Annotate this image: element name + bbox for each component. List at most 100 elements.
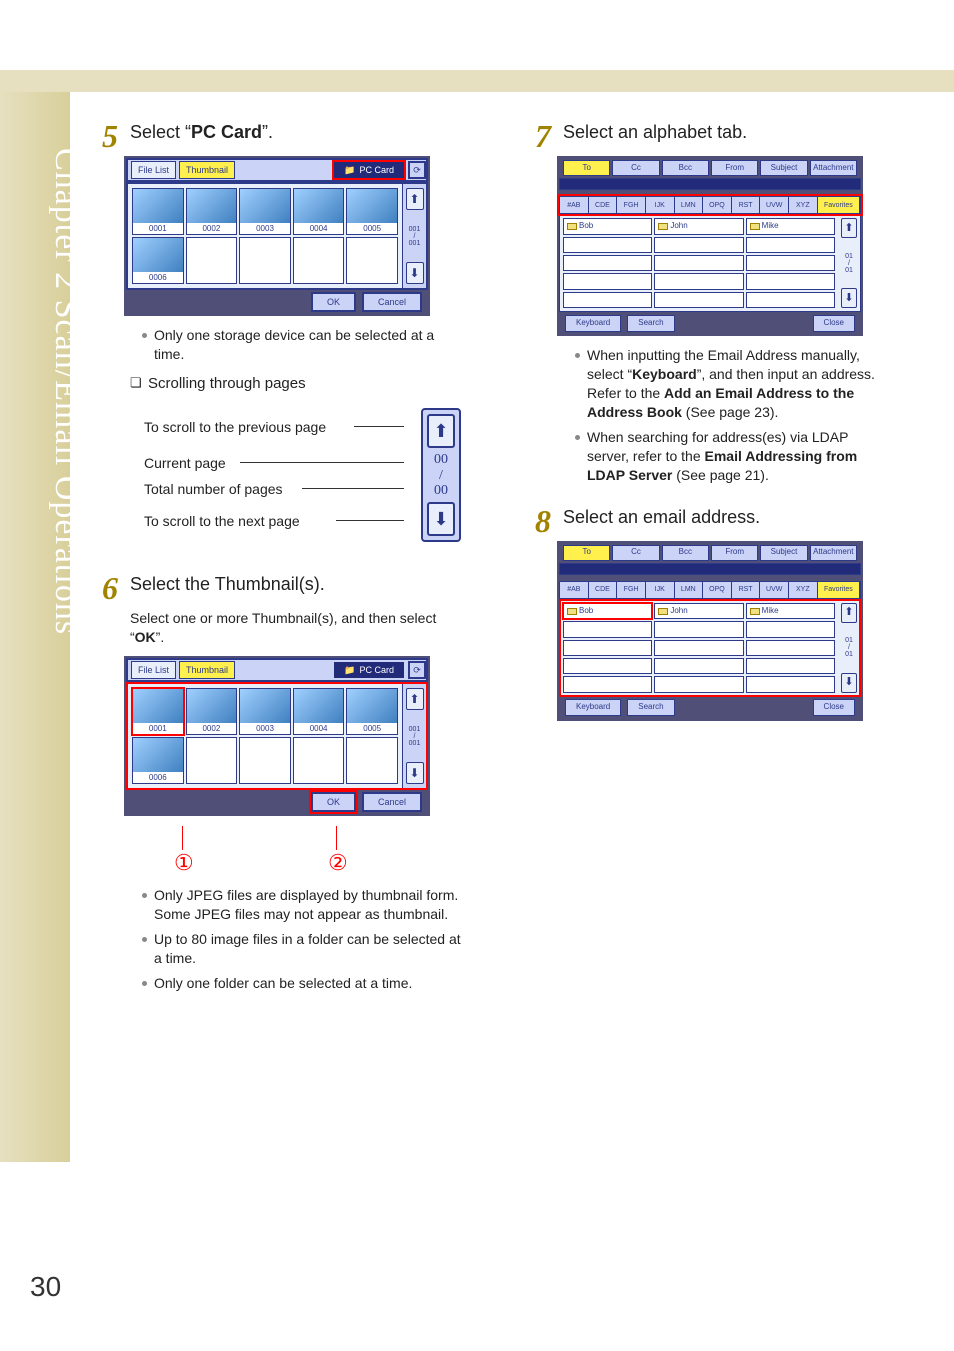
cancel-button[interactable]: Cancel [362, 292, 422, 312]
thumb-0004[interactable]: 0004 [293, 188, 345, 235]
thumb-0002[interactable]: 0002 [186, 688, 238, 735]
step-5-number: 5 [82, 120, 130, 542]
address-empty [654, 273, 743, 289]
scroll-prev-icon[interactable]: ⬆ [427, 414, 455, 448]
alpha-tab[interactable]: #AB [560, 197, 589, 213]
close-button[interactable]: Close [813, 699, 855, 716]
step-6-sub-post: ”. [156, 629, 165, 645]
address-mike[interactable]: Mike [746, 603, 835, 619]
search-button[interactable]: Search [627, 699, 674, 716]
thumb-label: 0002 [202, 224, 220, 235]
thumbnail-tab[interactable]: Thumbnail [179, 161, 235, 179]
alpha-tab[interactable]: CDE [589, 197, 618, 213]
b1-post: (See page 23). [682, 404, 779, 420]
alpha-tab[interactable]: IJK [646, 582, 675, 598]
scroll-up-button[interactable]: ⬆ [841, 218, 857, 238]
address-empty [746, 676, 835, 692]
thumb-0006[interactable]: 0006 [132, 237, 184, 284]
b1-bold: Keyboard [632, 366, 697, 382]
pc-card-button[interactable]: 📁PC Card [334, 662, 404, 678]
scroll-up-button[interactable]: ⬆ [406, 188, 424, 210]
bcc-tab[interactable]: Bcc [662, 545, 709, 561]
alpha-tab[interactable]: RST [732, 582, 761, 598]
from-tab[interactable]: From [711, 160, 758, 176]
thumb-label: 0004 [310, 724, 328, 735]
alpha-tab[interactable]: FGH [617, 582, 646, 598]
attachment-tab[interactable]: Attachment [810, 160, 857, 176]
cc-tab[interactable]: Cc [612, 160, 659, 176]
alpha-tab[interactable]: XYZ [789, 197, 818, 213]
address-bob[interactable]: Bob [563, 218, 652, 234]
thumb-0003[interactable]: 0003 [239, 188, 291, 235]
attachment-tab[interactable]: Attachment [810, 545, 857, 561]
legend-total-val: 00 [434, 483, 448, 498]
scroll-next-icon[interactable]: ⬇ [427, 502, 455, 536]
alpha-tab[interactable]: OPQ [703, 582, 732, 598]
favorites-tab[interactable]: Favorites [818, 197, 860, 213]
alpha-tab[interactable]: UVW [760, 582, 789, 598]
scroll-down-button[interactable]: ⬇ [406, 262, 424, 284]
thumb-label: 0003 [256, 224, 274, 235]
thumb-label: 0002 [202, 724, 220, 735]
to-tab[interactable]: To [563, 160, 610, 176]
thumbnail-tab[interactable]: Thumbnail [179, 661, 235, 679]
bcc-tab[interactable]: Bcc [662, 160, 709, 176]
file-list-tab[interactable]: File List [131, 161, 176, 179]
close-button[interactable]: Close [813, 315, 855, 332]
file-list-tab[interactable]: File List [131, 661, 176, 679]
address-bob[interactable]: Bob [563, 603, 652, 619]
scroll-down-button[interactable]: ⬇ [841, 288, 857, 308]
address-john[interactable]: John [654, 218, 743, 234]
ok-button[interactable]: OK [311, 792, 356, 812]
cancel-button[interactable]: Cancel [362, 792, 422, 812]
favorites-tab[interactable]: Favorites [818, 582, 860, 598]
subject-tab[interactable]: Subject [760, 545, 807, 561]
scroll-up-button[interactable]: ⬆ [406, 688, 424, 710]
thumb-0004[interactable]: 0004 [293, 688, 345, 735]
address-empty [563, 237, 652, 253]
address-empty [654, 237, 743, 253]
alpha-tab[interactable]: FGH [617, 197, 646, 213]
leader-line [302, 488, 404, 489]
pc-card-button[interactable]: 📁PC Card [334, 162, 404, 178]
ok-button[interactable]: OK [311, 292, 356, 312]
alpha-tab[interactable]: #AB [560, 582, 589, 598]
address-john[interactable]: John [654, 603, 743, 619]
search-button[interactable]: Search [627, 315, 674, 332]
alpha-tab[interactable]: CDE [589, 582, 618, 598]
scroll-down-button[interactable]: ⬇ [841, 673, 857, 693]
thumb-0001[interactable]: 0001 [132, 688, 184, 735]
thumb-empty [346, 737, 398, 784]
to-tab[interactable]: To [563, 545, 610, 561]
thumb-0006[interactable]: 0006 [132, 737, 184, 784]
alpha-tab[interactable]: RST [732, 197, 761, 213]
refresh-icon[interactable]: ⟳ [408, 661, 426, 679]
screenshot-email-tabs: To Cc Bcc From Subject Attachment #AB CD… [557, 156, 863, 336]
refresh-icon[interactable]: ⟳ [408, 161, 426, 179]
keyboard-button[interactable]: Keyboard [565, 315, 621, 332]
thumb-0005[interactable]: 0005 [346, 188, 398, 235]
address-label: John [670, 221, 687, 232]
alpha-tab[interactable]: XYZ [789, 582, 818, 598]
thumb-0005[interactable]: 0005 [346, 688, 398, 735]
address-empty [746, 255, 835, 271]
from-tab[interactable]: From [711, 545, 758, 561]
alpha-tab[interactable]: LMN [675, 582, 704, 598]
keyboard-button[interactable]: Keyboard [565, 699, 621, 716]
address-mike[interactable]: Mike [746, 218, 835, 234]
scroll-up-button[interactable]: ⬆ [841, 603, 857, 623]
legend-next: To scroll to the next page [144, 512, 300, 531]
address-empty [563, 273, 652, 289]
thumb-0003[interactable]: 0003 [239, 688, 291, 735]
page-total: 001 [409, 240, 421, 247]
cc-tab[interactable]: Cc [612, 545, 659, 561]
subject-tab[interactable]: Subject [760, 160, 807, 176]
alpha-tab[interactable]: IJK [646, 197, 675, 213]
screenshot-email-select: To Cc Bcc From Subject Attachment #AB CD… [557, 541, 863, 721]
thumb-0002[interactable]: 0002 [186, 188, 238, 235]
scroll-down-button[interactable]: ⬇ [406, 762, 424, 784]
alpha-tab[interactable]: LMN [675, 197, 704, 213]
alpha-tab[interactable]: OPQ [703, 197, 732, 213]
thumb-0001[interactable]: 0001 [132, 188, 184, 235]
alpha-tab[interactable]: UVW [760, 197, 789, 213]
